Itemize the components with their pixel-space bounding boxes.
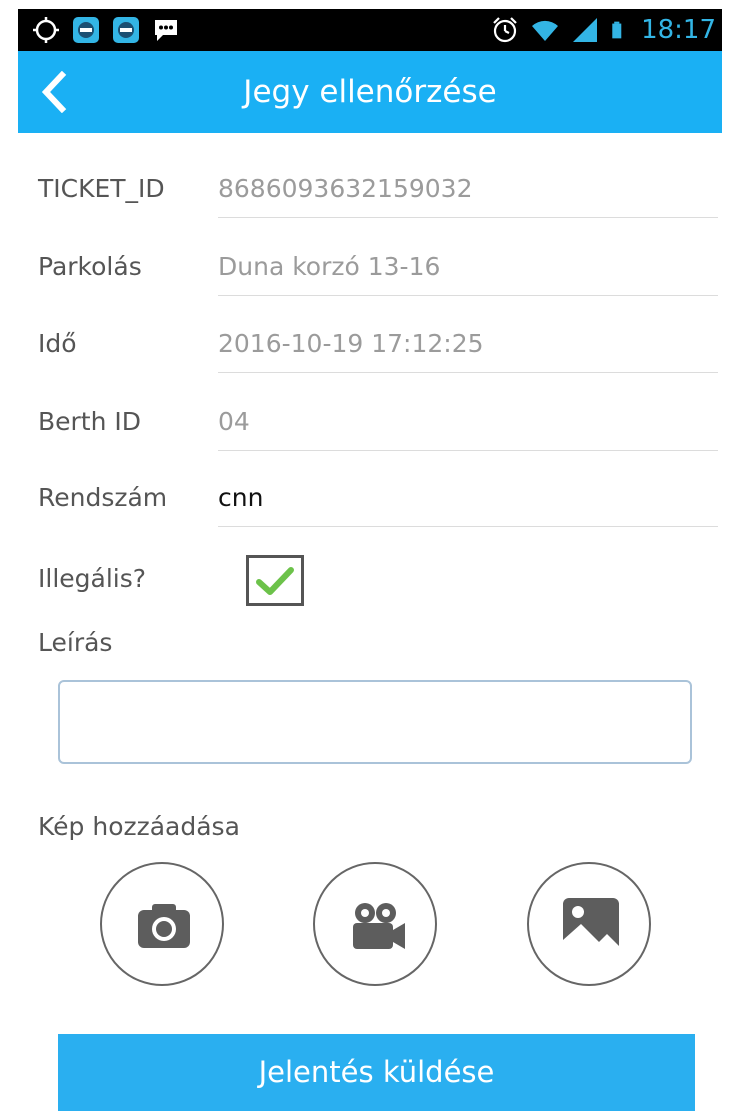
- video-button[interactable]: [313, 862, 437, 986]
- camera-button[interactable]: [100, 862, 224, 986]
- berth-id-label: Berth ID: [38, 407, 142, 436]
- ticket-id-label: TICKET_ID: [38, 174, 165, 203]
- plate-label: Rendszám: [38, 483, 168, 512]
- wifi-icon: [532, 20, 559, 41]
- ticket-id-value: 8686093632159032: [218, 174, 718, 218]
- berth-id-value: 04: [218, 407, 718, 451]
- parking-row: Parkolás Duna korzó 13-16: [38, 238, 718, 298]
- header-bar: Jegy ellenőrzése: [18, 51, 722, 133]
- gps-icon: [33, 17, 59, 43]
- battery-icon: [612, 21, 622, 39]
- page-title: Jegy ellenőrzése: [243, 74, 497, 110]
- parking-value: Duna korzó 13-16: [218, 252, 718, 296]
- time-row: Idő 2016-10-19 17:12:25: [38, 315, 718, 375]
- alarm-icon: [493, 17, 517, 43]
- time-label: Idő: [38, 329, 77, 358]
- status-bar-time: 18:17: [641, 15, 716, 45]
- time-value: 2016-10-19 17:12:25: [218, 329, 718, 373]
- image-gallery-icon: [563, 898, 619, 954]
- status-bar-left-icons: [32, 16, 180, 44]
- camera-icon: [138, 904, 190, 948]
- submit-report-button[interactable]: Jelentés küldése: [58, 1034, 695, 1111]
- description-label: Leírás: [38, 628, 113, 657]
- ticket-id-row: TICKET_ID 8686093632159032: [38, 160, 718, 220]
- status-bar-right-icons: 18:17: [491, 14, 716, 46]
- signal-icon: [573, 18, 598, 42]
- add-image-label: Kép hozzáadása: [38, 812, 240, 841]
- plate-input[interactable]: cnn: [218, 483, 718, 527]
- checkmark-icon: [256, 567, 294, 595]
- illegal-checkbox[interactable]: [246, 555, 304, 606]
- berth-id-row: Berth ID 04: [38, 393, 718, 453]
- plate-row: Rendszám cnn: [38, 469, 718, 529]
- illegal-label: Illegális?: [38, 564, 147, 593]
- video-camera-icon: [353, 903, 405, 949]
- app-icon: [73, 17, 99, 43]
- message-icon: [155, 20, 177, 41]
- parking-label: Parkolás: [38, 252, 142, 281]
- app-icon: [113, 17, 139, 43]
- gallery-button[interactable]: [527, 862, 651, 986]
- description-input[interactable]: [58, 680, 692, 764]
- status-bar: 18:17: [18, 9, 722, 51]
